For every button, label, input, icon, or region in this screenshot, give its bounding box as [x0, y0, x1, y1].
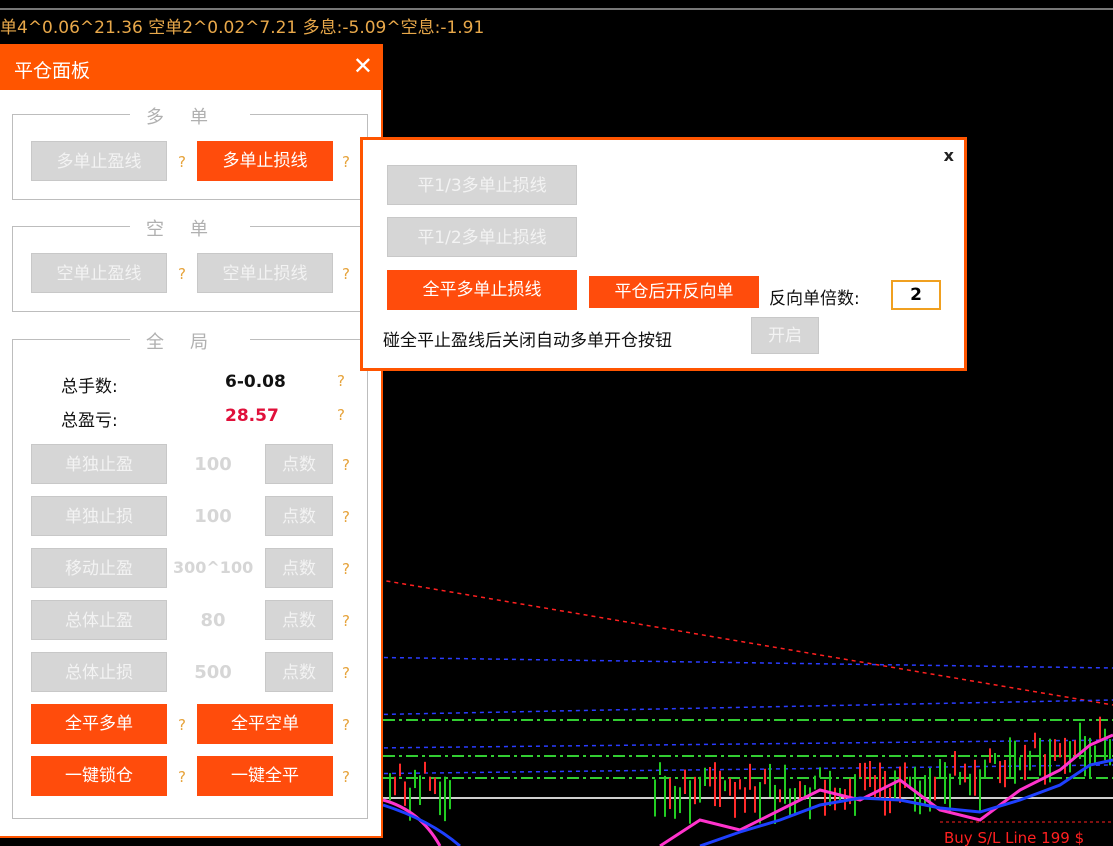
short-group-legend: 空单 [130, 219, 250, 240]
help-icon[interactable]: ? [342, 768, 350, 786]
help-icon[interactable]: ? [178, 153, 186, 171]
help-icon[interactable]: ? [178, 716, 186, 734]
help-icon[interactable]: ? [342, 716, 350, 734]
single-sl-value[interactable]: 100 [183, 506, 243, 527]
help-icon[interactable]: ? [178, 265, 186, 283]
candles [389, 716, 1111, 825]
global-group: 全局 总手数: 6-0.08 ? 总盈亏: 28.57 ? 单独止盈 100 点… [12, 332, 368, 819]
trailing-tp-unit-button[interactable]: 点数 [265, 548, 333, 588]
short-group: 空单 空单止盈线 ? 空单止损线 ? [12, 219, 368, 312]
trailing-tp-value[interactable]: 300^100 [173, 558, 253, 577]
help-icon[interactable]: ? [337, 372, 345, 390]
total-sl-value[interactable]: 500 [183, 662, 243, 683]
long-group: 多单 多单止盈线 ? 多单止损线 ? [12, 107, 368, 200]
panel-title: 平仓面板 [14, 60, 91, 82]
multiplier-input[interactable]: 2 [891, 280, 941, 310]
long-sl-line-button[interactable]: 多单止损线 [197, 141, 333, 181]
single-tp-button[interactable]: 单独止盈 [31, 444, 167, 484]
global-group-legend: 全局 [130, 332, 250, 353]
long-sl-popup: x 平1/3多单止损线 平1/2多单止损线 全平多单止损线 平仓后开反向单 反向… [360, 137, 967, 371]
toggle-button[interactable]: 开启 [751, 317, 819, 354]
single-sl-button[interactable]: 单独止损 [31, 496, 167, 536]
total-tp-unit-button[interactable]: 点数 [265, 600, 333, 640]
multiplier-label: 反向单倍数: [769, 289, 860, 309]
short-sl-line-button[interactable]: 空单止损线 [197, 253, 333, 293]
close-half-button[interactable]: 平1/2多单止损线 [387, 217, 577, 257]
single-sl-unit-button[interactable]: 点数 [265, 496, 333, 536]
single-tp-value[interactable]: 100 [183, 454, 243, 475]
reverse-order-button[interactable]: 平仓后开反向单 [589, 276, 759, 308]
total-tp-value[interactable]: 80 [183, 610, 243, 631]
total-sl-unit-button[interactable]: 点数 [265, 652, 333, 692]
total-sl-button[interactable]: 总体止损 [31, 652, 167, 692]
help-icon[interactable]: ? [342, 560, 350, 578]
close-icon[interactable]: ✕ [353, 52, 373, 80]
lock-position-button[interactable]: 一键锁仓 [31, 756, 167, 796]
close-all-long-button[interactable]: 全平多单 [31, 704, 167, 744]
panel-header: 平仓面板 ✕ [0, 46, 381, 90]
help-icon[interactable]: ? [342, 265, 350, 283]
total-pl-label: 总盈亏: [61, 411, 118, 431]
help-icon[interactable]: ? [342, 508, 350, 526]
short-tp-line-button[interactable]: 空单止盈线 [31, 253, 167, 293]
single-tp-unit-button[interactable]: 点数 [265, 444, 333, 484]
long-group-legend: 多单 [130, 107, 250, 128]
total-lots-value: 6-0.08 [225, 372, 286, 392]
sl-line-label: Buy S/L Line 199 $ [944, 829, 1084, 846]
auto-close-label: 碰全平止盈线后关闭自动多单开仓按钮 [383, 331, 672, 351]
help-icon[interactable]: ? [342, 456, 350, 474]
close-all-short-button[interactable]: 全平空单 [197, 704, 333, 744]
close-all-button[interactable]: 一键全平 [197, 756, 333, 796]
help-icon[interactable]: ? [337, 406, 345, 424]
close-position-panel: 平仓面板 ✕ 多单 多单止盈线 ? 多单止损线 ? 空单 空单止盈线 ? 空单止… [0, 44, 383, 838]
help-icon[interactable]: ? [342, 612, 350, 630]
total-pl-value: 28.57 [225, 406, 279, 426]
long-tp-line-button[interactable]: 多单止盈线 [31, 141, 167, 181]
total-lots-label: 总手数: [61, 377, 118, 397]
trailing-tp-button[interactable]: 移动止盈 [31, 548, 167, 588]
close-third-button[interactable]: 平1/3多单止损线 [387, 165, 577, 205]
help-icon[interactable]: ? [178, 768, 186, 786]
close-all-sl-button[interactable]: 全平多单止损线 [387, 270, 577, 310]
total-tp-button[interactable]: 总体止盈 [31, 600, 167, 640]
close-icon[interactable]: x [944, 146, 954, 165]
help-icon[interactable]: ? [342, 153, 350, 171]
help-icon[interactable]: ? [342, 664, 350, 682]
